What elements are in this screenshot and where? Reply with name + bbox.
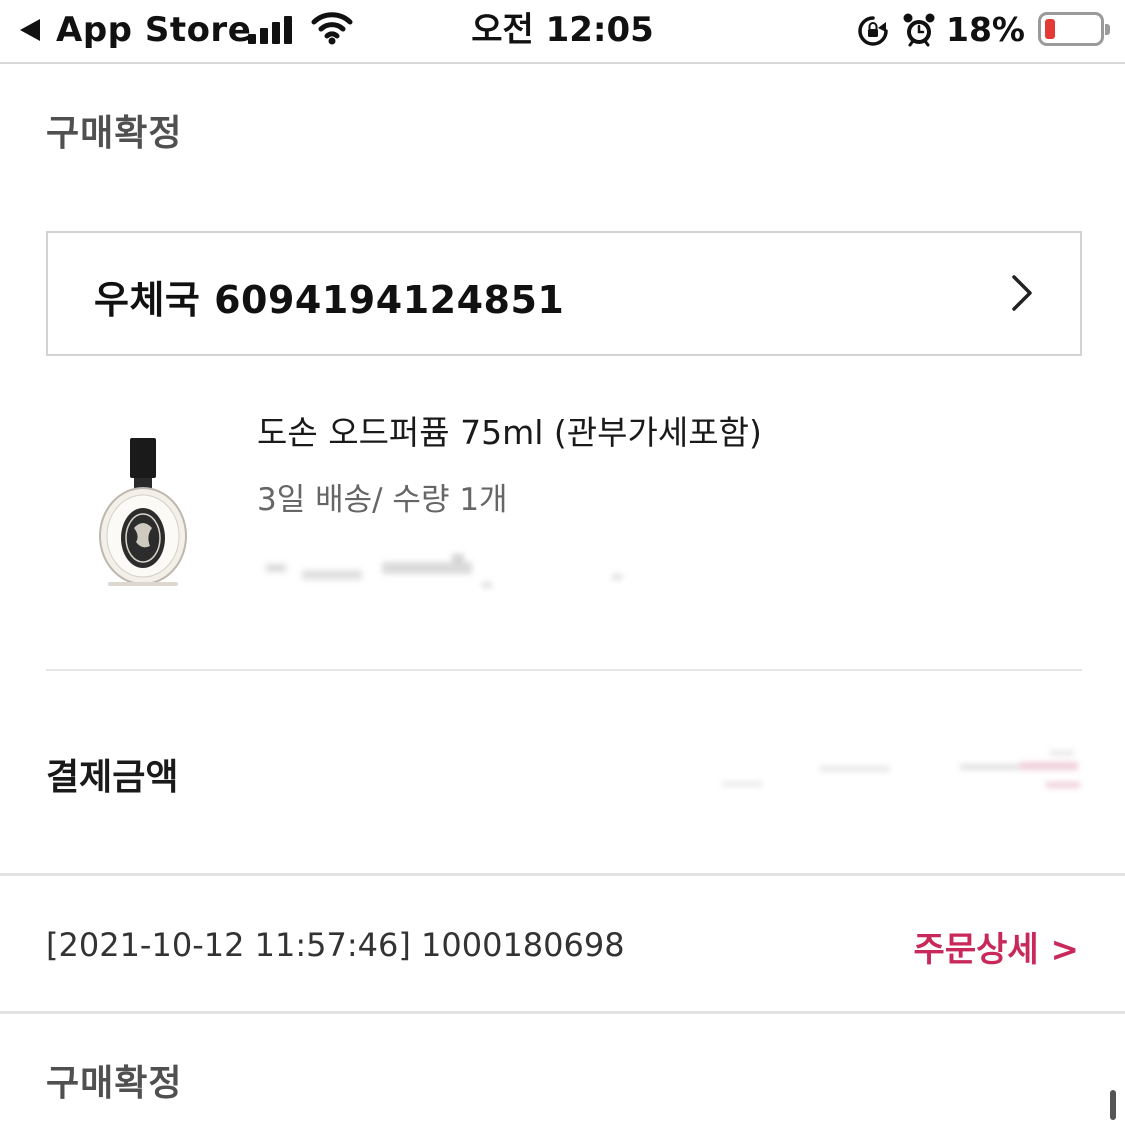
order-status-title: 구매확정 bbox=[46, 113, 183, 154]
product-delivery-quantity: 3일 배송/ 수량 1개 bbox=[257, 482, 508, 518]
alarm-icon bbox=[903, 13, 935, 47]
order-datetime-number: [2021-10-12 11:57:46] 1000180698 bbox=[46, 926, 625, 964]
battery-level-fill bbox=[1045, 19, 1055, 39]
tracking-number: 우체국 6094194124851 bbox=[94, 278, 565, 322]
scrollbar[interactable] bbox=[1110, 1090, 1116, 1120]
order-status-title: 구매확정 bbox=[46, 1063, 183, 1104]
section-divider bbox=[0, 1011, 1125, 1014]
payment-amount-label: 결제금액 bbox=[46, 757, 179, 798]
divider bbox=[46, 669, 1082, 671]
chevron-right-icon bbox=[1012, 275, 1032, 311]
section-divider bbox=[0, 873, 1125, 876]
product-name: 도손 오드퍼퓸 75ml (관부가세포함) bbox=[257, 413, 762, 452]
order-detail-link[interactable]: 주문상세 > bbox=[914, 922, 1079, 971]
battery-icon bbox=[1038, 12, 1110, 46]
status-bar: App Store 오전 12:05 18% bbox=[0, 0, 1125, 64]
product-thumbnail[interactable] bbox=[96, 436, 190, 588]
tracking-row[interactable]: 우체국 6094194124851 bbox=[46, 231, 1082, 356]
battery-percent: 18% bbox=[946, 10, 1025, 49]
rotation-lock-icon bbox=[858, 16, 888, 46]
redacted-payment-amount bbox=[722, 750, 1080, 788]
redacted-price bbox=[266, 554, 622, 588]
